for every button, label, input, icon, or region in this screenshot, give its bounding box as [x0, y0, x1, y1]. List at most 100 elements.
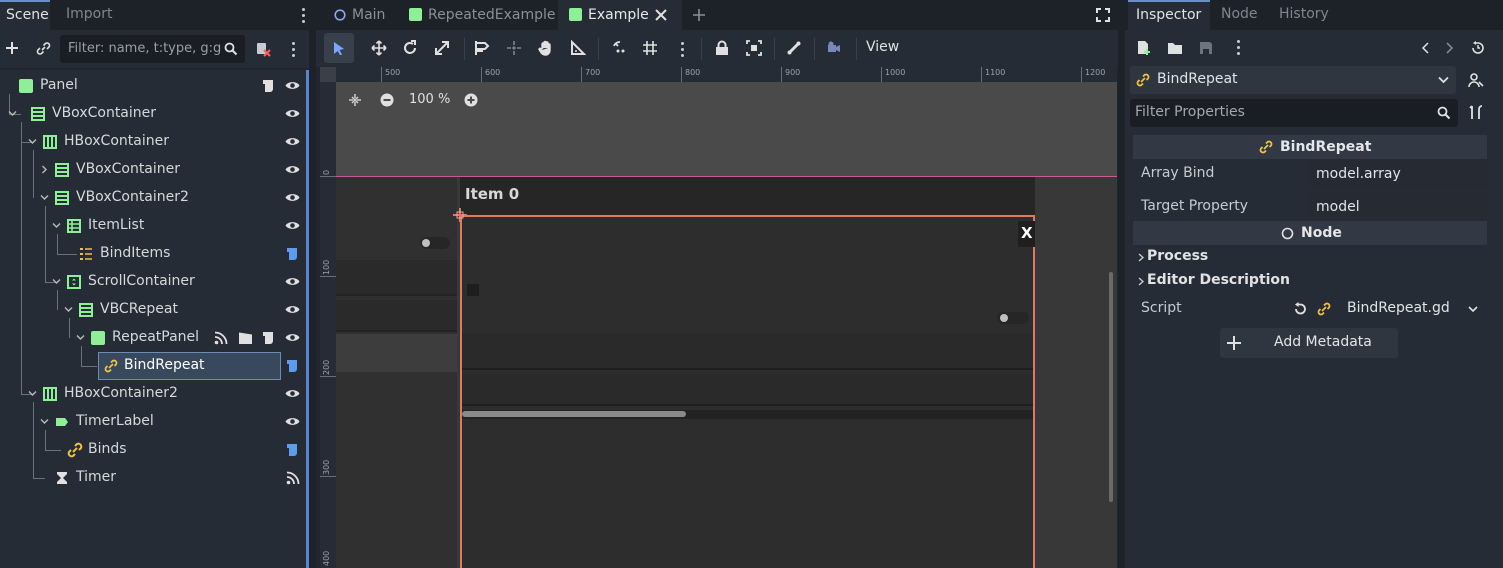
chevron-down-icon[interactable] [8, 109, 17, 118]
chevron-down-icon[interactable] [40, 417, 49, 426]
group-icon[interactable] [746, 40, 762, 56]
tree-item-vboxcontainer[interactable]: VBoxContainer [0, 100, 306, 128]
dock-splitter[interactable] [1118, 0, 1125, 568]
array-bind-field[interactable]: model.array [1309, 159, 1487, 189]
tab-history[interactable]: History [1273, 0, 1335, 30]
fullscreen-icon[interactable] [1096, 8, 1110, 22]
object-selector[interactable]: BindRepeat [1130, 66, 1456, 94]
visibility-eye-icon[interactable] [285, 276, 300, 287]
move-icon[interactable] [371, 40, 387, 56]
chevron-down-icon[interactable] [76, 333, 85, 342]
smart-snap-icon[interactable] [612, 40, 628, 56]
measure-icon[interactable] [570, 40, 586, 56]
signal-icon[interactable] [214, 331, 228, 345]
tree-item-bindrepeat[interactable]: BindRepeat [0, 352, 306, 380]
tree-item-vboxcontainer2[interactable]: VBoxContainer2 [0, 184, 306, 212]
rotate-icon[interactable] [402, 40, 418, 56]
tree-item-panel[interactable]: Panel [0, 72, 306, 100]
visibility-eye-icon[interactable] [285, 108, 300, 119]
list-row[interactable] [336, 260, 457, 296]
new-resource-icon[interactable] [1136, 40, 1151, 55]
tab-main[interactable]: Main [324, 0, 400, 30]
tree-item-timerlabel[interactable]: TimerLabel [0, 408, 306, 436]
detach-script-icon[interactable] [255, 41, 271, 57]
tree-item-timer[interactable]: Timer [0, 464, 306, 492]
camera-override-icon[interactable] [826, 40, 842, 56]
h-scrollbar-thumb[interactable] [462, 411, 686, 417]
property-filter-field[interactable]: Filter Properties [1130, 99, 1458, 127]
visibility-eye-icon[interactable] [285, 220, 300, 231]
scene-filter-field[interactable]: Filter: name, t:type, g:g [60, 35, 245, 63]
close-icon[interactable] [655, 9, 667, 21]
h-scrollbar[interactable] [462, 410, 1033, 419]
tree-item-scrollcontainer[interactable]: ScrollContainer [0, 268, 306, 296]
instance-link-icon[interactable] [36, 41, 51, 56]
chevron-down-icon[interactable] [52, 277, 61, 286]
dock-splitter[interactable] [309, 0, 316, 568]
zoom-in-icon[interactable] [464, 93, 478, 107]
tree-item-vbcrepeat[interactable]: VBCRepeat [0, 296, 306, 324]
checkbox[interactable] [467, 284, 479, 296]
tree-item-itemlist[interactable]: ItemList [0, 212, 306, 240]
tab-example[interactable]: Example [558, 0, 682, 30]
clapperboard-icon[interactable] [238, 331, 252, 345]
zoom-out-icon[interactable] [380, 93, 394, 107]
visibility-eye-icon[interactable] [285, 164, 300, 175]
scene-menu-icon[interactable] [292, 42, 296, 60]
add-node-icon[interactable] [5, 41, 19, 55]
selected-repeat-panel[interactable]: X [460, 215, 1035, 568]
chevron-down-icon[interactable] [28, 389, 37, 398]
tree-item-hboxcontainer[interactable]: HBoxContainer [0, 128, 306, 156]
open-folder-icon[interactable] [1167, 41, 1183, 55]
tree-item-binds[interactable]: Binds [0, 436, 306, 464]
visibility-eye-icon[interactable] [285, 304, 300, 315]
view-menu-button[interactable]: View [866, 39, 899, 55]
lock-icon[interactable] [714, 40, 730, 56]
scale-icon[interactable] [434, 40, 450, 56]
signal-icon[interactable] [286, 471, 300, 485]
input-row[interactable] [462, 334, 1033, 370]
tree-item-binditems[interactable]: BindItems [0, 240, 306, 268]
target-property-field[interactable]: model [1309, 192, 1487, 222]
ruler-icon[interactable] [474, 40, 490, 56]
script-icon[interactable] [262, 331, 276, 345]
tab-inspector[interactable]: Inspector [1128, 0, 1210, 30]
visibility-eye-icon[interactable] [285, 332, 300, 343]
inspector-menu-icon[interactable] [1237, 40, 1241, 58]
tree-item-repeatpanel[interactable]: RepeatPanel [0, 324, 306, 352]
save-icon[interactable] [1199, 41, 1213, 55]
script-icon[interactable] [286, 359, 300, 373]
visibility-eye-icon[interactable] [285, 416, 300, 427]
script-icon[interactable] [286, 443, 300, 457]
toggle-switch[interactable] [420, 237, 450, 249]
snap-options-icon[interactable] [681, 42, 685, 60]
tab-node[interactable]: Node [1215, 0, 1264, 30]
object-history-icon[interactable] [1471, 41, 1485, 55]
chevron-down-icon[interactable] [64, 305, 73, 314]
list-row[interactable] [336, 334, 457, 372]
visibility-eye-icon[interactable] [285, 136, 300, 147]
node-info-icon[interactable] [1468, 72, 1484, 88]
list-row[interactable] [336, 300, 457, 332]
script-resource-field[interactable]: BindRepeat.gd [1347, 300, 1450, 316]
history-back-icon[interactable] [1421, 42, 1431, 54]
pivot-cross-icon[interactable] [453, 208, 467, 222]
visibility-eye-icon[interactable] [285, 388, 300, 399]
center-view-icon[interactable] [348, 93, 362, 107]
zoom-reset-button[interactable]: 100 % [409, 92, 450, 107]
dock-menu-icon[interactable] [302, 8, 306, 26]
script-icon[interactable] [286, 247, 300, 261]
pan-hand-icon[interactable] [538, 40, 554, 56]
viewport-v-scrollbar[interactable] [1109, 272, 1113, 502]
chevron-down-icon[interactable] [1468, 306, 1478, 313]
chevron-down-icon[interactable] [52, 221, 61, 230]
bone-icon[interactable] [786, 40, 802, 56]
visibility-eye-icon[interactable] [285, 192, 300, 203]
property-tools-icon[interactable] [1469, 105, 1484, 120]
revert-icon[interactable] [1293, 302, 1307, 316]
tab-scene[interactable]: Scene [0, 0, 50, 30]
script-icon[interactable] [262, 79, 276, 93]
close-button[interactable]: X [1018, 221, 1035, 247]
pivot-icon[interactable] [506, 40, 522, 56]
toggle-switch[interactable] [997, 312, 1029, 324]
